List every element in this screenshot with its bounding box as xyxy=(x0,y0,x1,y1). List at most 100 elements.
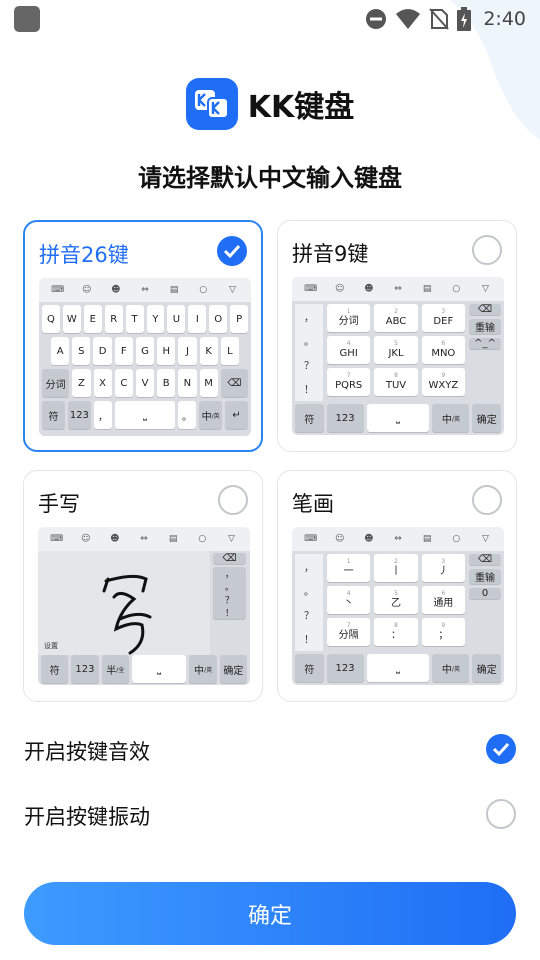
retype-key: 重输 xyxy=(469,569,501,584)
backspace-key: ⌫ xyxy=(469,304,501,315)
space-icon: ⎵ xyxy=(396,412,400,424)
number-key: 123 xyxy=(326,654,364,682)
cursor-icon: ⇔ xyxy=(140,534,148,544)
stroke-key: 6 通用 xyxy=(421,586,465,614)
confirm-button[interactable]: 确定 xyxy=(24,882,516,945)
space-key: ⎵ xyxy=(115,401,175,429)
key: A xyxy=(51,337,70,365)
collapse-icon: ▽ xyxy=(227,534,235,544)
smile-icon: ☻ xyxy=(110,534,120,544)
stroke-key: 5乙 xyxy=(374,586,418,614)
wifi-icon xyxy=(396,9,421,29)
key-sound-toggle[interactable] xyxy=(486,734,516,764)
stroke-key: 1一 xyxy=(327,554,371,582)
layout-card-title: 拼音9键 xyxy=(292,242,369,266)
stroke-key: 7 分隔 xyxy=(327,618,371,646)
handwriting-area: 设置 xyxy=(38,551,210,655)
search-icon: ○ xyxy=(199,285,208,295)
handwritten-sample-icon xyxy=(102,574,152,655)
nine-key: 4 GHI xyxy=(327,336,371,364)
emoji-icon: ☺ xyxy=(81,534,91,544)
nine-key: 7 PQRS xyxy=(327,368,371,396)
backspace-key: ⌫ xyxy=(213,553,246,564)
key: Q xyxy=(42,305,60,333)
layout-card-pinyin9[interactable]: 拼音9键 ⌨ ☺ ☻ ⇔ ▤ ○ ▽ ， 。 ？ ！ 1 分词 2 ABC 3 DEF… xyxy=(277,220,517,452)
symbol-key: 符 xyxy=(295,404,324,432)
emoji-icon: ☺ xyxy=(335,284,345,294)
space-icon: ⎵ xyxy=(142,409,147,421)
keyboard-toolbar: ⌨ ☺ ☻ ⇔ ▤ ○ ▽ xyxy=(39,278,251,302)
cursor-icon: ⇔ xyxy=(394,534,402,544)
lang-switch-key: 中/英 xyxy=(432,404,470,432)
period-key: 。 xyxy=(177,401,197,429)
clipboard-icon: ▤ xyxy=(422,284,432,294)
keyboard-preview-stroke: ⌨ ☺ ☻ ⇔ ▤ ○ ▽ ， 。 ？ ！ 1一 2丨 3丿 4丶 5乙 6 通用… xyxy=(292,527,504,685)
search-icon: ○ xyxy=(452,534,461,544)
layout-radio[interactable] xyxy=(218,485,248,515)
confirm-key: 确定 xyxy=(472,654,502,682)
backspace-icon: ⌫ xyxy=(477,554,493,565)
keyboard-toolbar: ⌨ ☺ ☻ ⇔ ▤ ○ ▽ xyxy=(38,527,250,551)
option-key-vibration-label: 开启按键振动 xyxy=(24,805,150,829)
option-key-sound-label: 开启按键音效 xyxy=(24,740,150,764)
clipboard-icon: ▤ xyxy=(169,285,179,295)
checkmark-icon xyxy=(492,742,510,757)
search-icon: ○ xyxy=(452,284,461,294)
punctuation-column: ， 。 ？ ！ xyxy=(213,567,246,619)
key: S xyxy=(72,337,91,365)
backspace-key: ⌫ xyxy=(220,369,249,397)
key: Z xyxy=(72,369,91,397)
key: D xyxy=(93,337,112,365)
nine-key: 5 JKL xyxy=(374,336,418,364)
layout-radio[interactable] xyxy=(472,235,502,265)
emoji-icon: ☺ xyxy=(82,285,92,295)
layout-card-handwriting[interactable]: 手写 ⌨ ☺ ☻ ⇔ ▤ ○ ▽ 设置 ⌫ ， 。 ？ ！ 符 123 半 /全… xyxy=(23,470,263,702)
emoji-icon: ☺ xyxy=(335,534,345,544)
stroke-key: 8： xyxy=(374,618,418,646)
lang-switch-key: 中/英 xyxy=(432,654,470,682)
layout-card-stroke[interactable]: 笔画 ⌨ ☺ ☻ ⇔ ▤ ○ ▽ ， 。 ？ ！ 1一 2丨 3丿 4丶 5乙 … xyxy=(277,470,517,702)
page-title: 请选择默认中文输入键盘 xyxy=(138,164,402,192)
key: O xyxy=(209,305,228,333)
keyboard-switch-icon: ⌨ xyxy=(51,285,65,295)
nine-key: 3 DEF xyxy=(421,304,465,332)
punctuation-column: ， 。 ？ ！ xyxy=(295,554,323,651)
key: B xyxy=(157,369,176,397)
keyboard-preview-qwerty: ⌨ ☺ ☻ ⇔ ▤ ○ ▽ Q W E R T Y U I O P A S D … xyxy=(39,278,251,436)
layout-radio[interactable] xyxy=(472,485,502,515)
backspace-key: ⌫ xyxy=(469,554,501,565)
emoticon-key: ^_^ xyxy=(469,338,501,349)
layout-selected-radio[interactable] xyxy=(217,236,247,266)
keyboard-preview-nine-key: ⌨ ☺ ☻ ⇔ ▤ ○ ▽ ， 。 ？ ！ 1 分词 2 ABC 3 DEF 4 GHI… xyxy=(292,277,504,435)
space-key: ⎵ xyxy=(366,404,430,432)
layout-card-pinyin26[interactable]: 拼音26键 ⌨ ☺ ☻ ⇔ ▤ ○ ▽ Q W E R T Y U I O P xyxy=(23,220,263,452)
key: G xyxy=(135,337,155,365)
dnd-icon xyxy=(366,9,387,29)
retype-key: 重输 xyxy=(469,319,501,334)
number-key: 123 xyxy=(326,404,364,432)
backspace-icon: ⌫ xyxy=(227,377,242,389)
brand-name: KK键盘 xyxy=(247,90,355,125)
smile-icon: ☻ xyxy=(364,284,374,294)
key: I xyxy=(188,305,207,333)
status-bar: 2:40 xyxy=(0,0,540,36)
layout-card-title: 笔画 xyxy=(292,492,334,516)
stroke-key: 3丿 xyxy=(421,554,465,582)
key-vibration-toggle[interactable] xyxy=(486,799,516,829)
symbol-key: 符 xyxy=(295,654,324,682)
lang-switch-key: 中/英 xyxy=(189,655,217,683)
key: X xyxy=(93,369,112,397)
backspace-icon: ⌫ xyxy=(477,304,493,315)
nine-key: 8 TUV xyxy=(374,368,418,396)
app-logo-icon xyxy=(185,78,238,130)
key: T xyxy=(125,305,144,333)
key: N xyxy=(178,369,197,397)
cursor-icon: ⇔ xyxy=(141,285,149,295)
keyboard-switch-icon: ⌨ xyxy=(304,284,318,294)
smile-icon: ☻ xyxy=(364,534,374,544)
smile-icon: ☻ xyxy=(111,285,121,295)
stroke-key: 9； xyxy=(421,618,465,646)
app-notification-icon xyxy=(14,6,40,32)
punctuation-column: ， 。 ？ ！ xyxy=(295,304,323,401)
number-key: 123 xyxy=(71,655,99,683)
